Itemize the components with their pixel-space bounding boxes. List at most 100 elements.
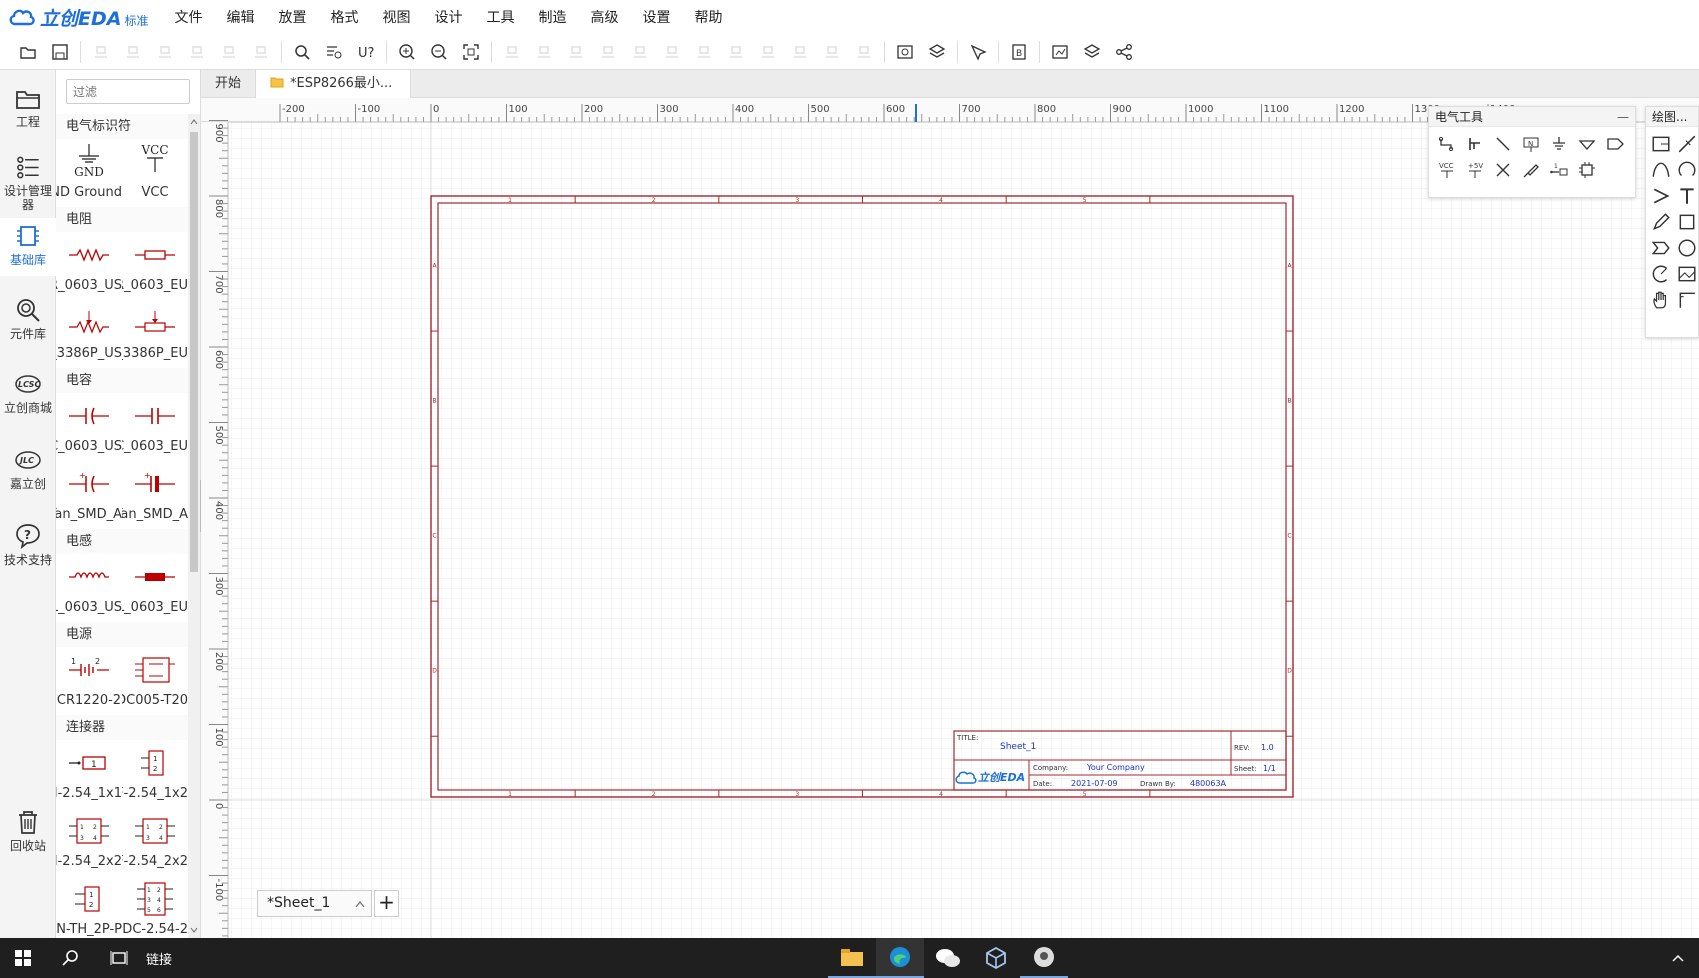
distribute-v-icon[interactable] — [784, 36, 816, 68]
wire-icon[interactable] — [1433, 131, 1461, 157]
library-category[interactable]: 电容 — [56, 368, 188, 393]
library-item[interactable]: DC005-T20 — [122, 647, 188, 715]
text-icon[interactable] — [1674, 183, 1699, 209]
plus5v-flag-icon[interactable]: +5V — [1461, 157, 1489, 183]
align-top-icon[interactable] — [624, 36, 656, 68]
nav-support[interactable]: ? 技术支持 — [0, 518, 56, 576]
sheet-tab[interactable]: *Sheet_1 — [257, 890, 372, 917]
undo-icon[interactable] — [85, 36, 117, 68]
library-item[interactable]: L_0603_US — [56, 554, 122, 622]
taskbar-search-icon[interactable] — [62, 949, 80, 967]
library-item[interactable]: 1 2 3 4 HDR-M-2.54_2x2 — [56, 808, 122, 876]
library-item[interactable]: 12HDR-F-2.54_1x2 — [122, 740, 188, 808]
library-item[interactable]: R_3386P_US — [56, 300, 122, 368]
tab-0[interactable]: 开始 — [201, 70, 257, 98]
pie-icon[interactable] — [1648, 261, 1674, 287]
save-icon[interactable] — [44, 36, 76, 68]
nav-component-lib[interactable]: 元件库 — [0, 292, 56, 350]
export-image-icon[interactable] — [889, 36, 921, 68]
file-explorer-icon[interactable] — [828, 938, 876, 978]
convert-pcb-icon[interactable] — [921, 36, 953, 68]
dimension-icon[interactable] — [1674, 287, 1699, 313]
share-icon[interactable] — [1108, 36, 1140, 68]
arc-icon[interactable] — [1674, 157, 1699, 183]
virtualbox-icon[interactable] — [972, 938, 1020, 978]
nav-basic-lib[interactable]: 基础库 — [0, 218, 56, 276]
edge-browser-icon[interactable] — [876, 938, 924, 978]
bezier-icon[interactable] — [1648, 157, 1674, 183]
app-logo[interactable]: 立创EDA 标准 — [8, 0, 148, 34]
copy-icon[interactable] — [149, 36, 181, 68]
align-bottom-icon[interactable] — [656, 36, 688, 68]
nav-lcsc[interactable]: LCSC 立创商城 — [0, 366, 56, 424]
hand-icon[interactable] — [1648, 287, 1674, 313]
minimize-icon[interactable]: — — [1617, 107, 1629, 127]
nav-trash[interactable]: 回收站 — [0, 804, 56, 862]
library-item[interactable]: C_0603_US — [56, 393, 122, 461]
add-sheet-button[interactable]: + — [374, 890, 399, 917]
pin-icon[interactable]: 1 — [1545, 157, 1573, 183]
open-icon[interactable] — [12, 36, 44, 68]
library-category[interactable]: 电阻 — [56, 207, 188, 232]
windows-start-icon[interactable] — [14, 949, 32, 967]
delete-icon[interactable] — [245, 36, 277, 68]
group-sym-icon[interactable] — [1573, 157, 1601, 183]
library-category[interactable]: 电感 — [56, 529, 188, 554]
net-port-icon[interactable] — [1601, 131, 1629, 157]
menu-item-1[interactable]: 编辑 — [214, 7, 266, 27]
library-item[interactable]: R_0603_EU — [122, 232, 188, 300]
layers-icon[interactable] — [1076, 36, 1108, 68]
pencil-icon[interactable] — [1648, 209, 1674, 235]
library-scrollbar[interactable] — [188, 114, 200, 938]
taskbar-link-label[interactable]: 链接 — [146, 949, 172, 968]
cross-probe-icon[interactable] — [962, 36, 994, 68]
library-item[interactable]: 1 2 3 4 HDR-F-2.54_2x2 — [122, 808, 188, 876]
find-replace-icon[interactable] — [318, 36, 350, 68]
library-item[interactable]: 2 1 CR1220-2 — [56, 647, 122, 715]
search-icon[interactable] — [286, 36, 318, 68]
menu-item-0[interactable]: 文件 — [162, 7, 214, 27]
library-category[interactable]: 电源 — [56, 622, 188, 647]
circle-icon[interactable] — [1674, 235, 1699, 261]
bus-icon[interactable] — [1461, 131, 1489, 157]
library-category[interactable]: 连接器 — [56, 715, 188, 740]
align-h-center-icon[interactable] — [688, 36, 720, 68]
net-flag-down-icon[interactable] — [1573, 131, 1601, 157]
library-item[interactable]: 1 3 5 2 4 6 IDC-2.54-2 — [122, 876, 188, 938]
task-view-icon[interactable] — [110, 949, 128, 967]
picture-icon[interactable] — [1674, 261, 1699, 287]
chevron-up-icon[interactable] — [355, 900, 365, 908]
scroll-down-icon[interactable] — [190, 926, 198, 934]
schematic-canvas[interactable]: -200 -100 0 100 200 300 400 500 600 700 800 900 1000… — [201, 98, 1699, 938]
arrow-icon[interactable] — [1648, 183, 1674, 209]
align-right-icon[interactable] — [528, 36, 560, 68]
no-connect-icon[interactable] — [1489, 157, 1517, 183]
wechat-icon[interactable] — [924, 938, 972, 978]
menu-item-4[interactable]: 视图 — [370, 7, 422, 27]
menu-item-6[interactable]: 工具 — [474, 7, 526, 27]
cut-icon[interactable] — [213, 36, 245, 68]
library-item[interactable]: R_3386P_EU — [122, 300, 188, 368]
rotate-icon[interactable] — [592, 36, 624, 68]
library-filter-input[interactable] — [66, 79, 190, 104]
bus-entry-icon[interactable] — [1489, 131, 1517, 157]
zoom-out-icon[interactable] — [423, 36, 455, 68]
zoom-in-icon[interactable] — [391, 36, 423, 68]
netlist-icon[interactable] — [1044, 36, 1076, 68]
scroll-up-icon[interactable] — [190, 118, 198, 126]
redo-icon[interactable] — [117, 36, 149, 68]
library-item[interactable]: L_0603_EU — [122, 554, 188, 622]
paste-icon[interactable] — [181, 36, 213, 68]
flip-icon[interactable] — [560, 36, 592, 68]
library-item[interactable]: 12CONN-TH_2P-P — [56, 876, 122, 938]
menu-item-8[interactable]: 高级 — [578, 7, 630, 27]
library-item[interactable]: + CTan_SMD_A — [56, 461, 122, 529]
app-circle-icon[interactable] — [1020, 938, 1068, 978]
image-icon[interactable] — [1648, 131, 1674, 157]
polygon-icon[interactable] — [1648, 235, 1674, 261]
bom-icon[interactable]: B — [1003, 36, 1035, 68]
menu-item-3[interactable]: 格式 — [318, 7, 370, 27]
nav-design-manager[interactable]: 设计管理器 — [0, 150, 56, 212]
tab-1[interactable]: *ESP8266最小... — [256, 70, 412, 98]
library-category[interactable]: 电气标识符 — [56, 114, 188, 139]
